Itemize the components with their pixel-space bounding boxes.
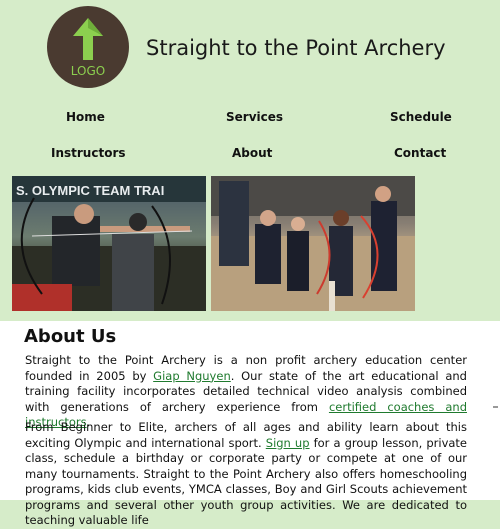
photo-adult-archers: S. OLYMPIC TEAM TRAI <box>12 176 206 311</box>
nav-services[interactable]: Services <box>226 110 283 124</box>
about-title: About Us <box>24 326 117 347</box>
arrow-logo-icon <box>73 18 103 60</box>
nav-about[interactable]: About <box>232 146 272 160</box>
logo[interactable]: LOGO <box>47 6 129 88</box>
nav-home[interactable]: Home <box>66 110 105 124</box>
nav-instructors[interactable]: Instructors <box>51 146 126 160</box>
about-section: About Us Straight to the Point Archery i… <box>0 321 500 527</box>
site-title: Straight to the Point Archery <box>146 36 446 60</box>
founder-link[interactable]: Giap Nguyen <box>153 369 231 383</box>
about-paragraph-2: From Beginner to Elite, archers of all a… <box>25 420 467 529</box>
sign-up-link[interactable]: Sign up <box>266 436 310 450</box>
nav-schedule[interactable]: Schedule <box>390 110 452 124</box>
photo-youth-archers <box>211 176 415 311</box>
scroll-indicator[interactable] <box>493 406 498 408</box>
banner-text: S. OLYMPIC TEAM TRAI <box>16 183 164 198</box>
about-paragraph-1: Straight to the Point Archery is a non p… <box>25 353 467 431</box>
logo-text: LOGO <box>70 64 106 78</box>
site-header: LOGO Straight to the Point Archery <box>0 0 500 100</box>
nav-contact[interactable]: Contact <box>394 146 446 160</box>
